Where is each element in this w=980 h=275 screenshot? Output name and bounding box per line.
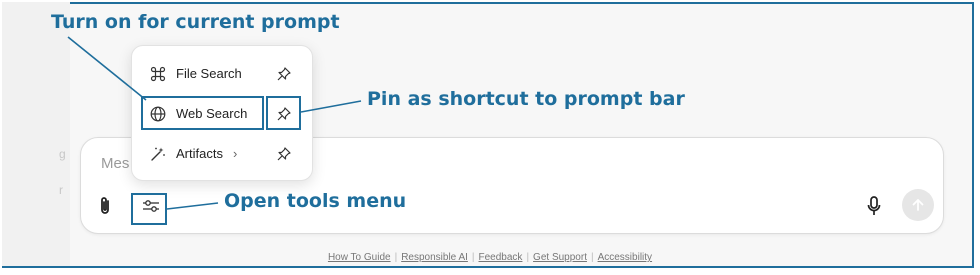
magic-wand-icon [150,146,166,162]
footer-separator: | [590,252,594,263]
sidebar-edge: g r [2,2,70,266]
footer-separator: | [471,252,475,263]
pin-icon[interactable] [276,66,292,82]
sidebar-edge-mark: r [59,183,63,197]
footer-separator: | [526,252,530,263]
callout-open-tools: Open tools menu [224,190,407,212]
footer-link-feedback[interactable]: Feedback [479,252,523,263]
callout-turn-on: Turn on for current prompt [51,11,340,33]
footer-link-responsible-ai[interactable]: Responsible AI [401,252,468,263]
arrow-up-icon [912,199,924,211]
menu-item-label: File Search [176,66,242,81]
footer-link-get-support[interactable]: Get Support [533,252,587,263]
web-search-highlight [141,96,264,130]
voice-input-button[interactable] [866,195,882,217]
microphone-icon [867,196,881,215]
message-input[interactable]: Mes [101,155,129,172]
menu-item-label: Artifacts › [176,146,238,161]
pin-icon[interactable] [276,146,292,162]
menu-item-file-search[interactable]: File Search [140,59,304,89]
pin-highlight [266,96,301,130]
menu-item-artifacts[interactable]: Artifacts › [140,139,304,169]
submenu-chevron-icon: › [232,146,238,161]
command-icon [150,66,166,82]
attach-button[interactable] [97,196,113,216]
sidebar-edge-mark: g [59,147,66,161]
callout-pin: Pin as shortcut to prompt bar [367,88,685,110]
footer-separator: | [394,252,398,263]
footer-link-accessibility[interactable]: Accessibility [598,252,652,263]
footer-link-how-to-guide[interactable]: How To Guide [328,252,391,263]
footer-links: How To Guide | Responsible AI | Feedback | Get… [0,252,980,263]
paperclip-icon [101,197,109,214]
send-button[interactable] [902,189,934,221]
tools-button-highlight [131,193,167,225]
